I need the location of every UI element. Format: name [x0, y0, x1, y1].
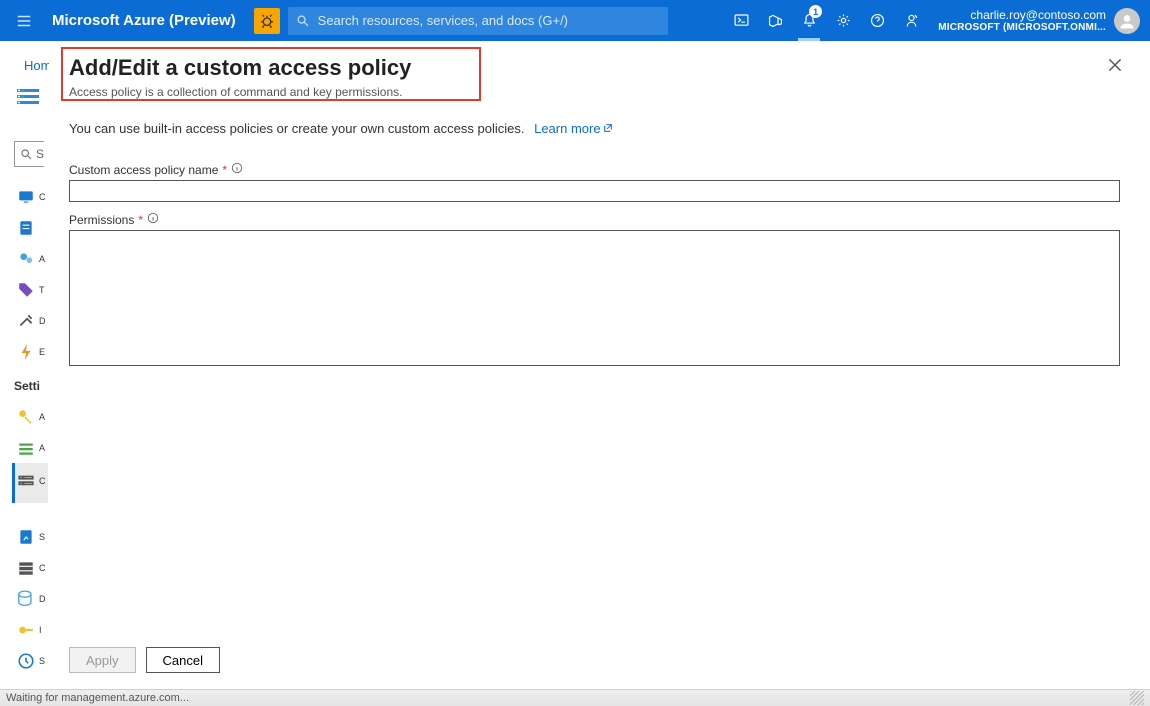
apply-button[interactable]: Apply [69, 647, 136, 673]
global-search[interactable] [288, 7, 668, 35]
highlight-annotation [61, 47, 481, 101]
sidebar-item-identity[interactable]: I [17, 614, 47, 645]
feedback-icon[interactable] [894, 0, 928, 41]
status-text: Waiting for management.azure.com... [6, 692, 189, 704]
external-link-icon [603, 121, 613, 131]
sidebar-item-schedule[interactable]: S [17, 645, 47, 676]
sidebar-item-custom-policy[interactable]: C [17, 465, 47, 496]
help-icon[interactable] [860, 0, 894, 41]
hamburger-menu[interactable] [0, 0, 48, 41]
permissions-box[interactable] [69, 230, 1120, 366]
azure-top-bar: Microsoft Azure (Preview) 1 charlie.roy@… [0, 0, 1150, 41]
settings-icon[interactable] [826, 0, 860, 41]
sidebar-item-keys[interactable]: A [17, 401, 47, 432]
top-icon-bar: 1 [724, 0, 928, 41]
sidebar-search-text: S [36, 147, 44, 161]
info-icon[interactable] [147, 212, 159, 227]
notifications-icon[interactable]: 1 [792, 0, 826, 41]
close-icon[interactable] [1106, 56, 1124, 74]
browser-status-bar: Waiting for management.azure.com... [0, 689, 1150, 706]
sidebar-item-activity[interactable] [17, 212, 47, 243]
name-field-label: Custom access policy name * [69, 162, 1120, 177]
info-icon[interactable] [231, 162, 243, 177]
directories-icon[interactable] [758, 0, 792, 41]
breadcrumb-home[interactable]: Hom [24, 58, 51, 73]
sidebar-item-access[interactable]: A [17, 243, 47, 274]
sidebar-item-diagnose[interactable]: D [17, 305, 47, 336]
cloud-shell-icon[interactable] [724, 0, 758, 41]
notification-count: 1 [809, 5, 822, 18]
sidebar-settings-header: Setti [14, 379, 40, 393]
account-area[interactable]: charlie.roy@contoso.com MICROSOFT (MICRO… [928, 0, 1150, 41]
sidebar-item-scale[interactable]: S [17, 521, 47, 552]
intro-text-row: You can use built-in access policies or … [69, 121, 1120, 136]
avatar [1114, 8, 1140, 34]
intro-text: You can use built-in access policies or … [69, 121, 524, 136]
permissions-label: Permissions * [69, 212, 1120, 227]
sidebar-item-tags[interactable]: T [17, 274, 47, 305]
resource-icon [14, 85, 50, 118]
sidebar-item-events[interactable]: E [17, 336, 47, 367]
sidebar-item-auth[interactable]: A [17, 432, 47, 463]
sidebar-item-data[interactable]: D [17, 583, 47, 614]
account-directory: MICROSOFT (MICROSOFT.ONMI... [938, 22, 1106, 33]
global-search-input[interactable] [318, 13, 660, 28]
learn-more-link[interactable]: Learn more [534, 121, 612, 136]
resize-grip-icon [1130, 691, 1144, 705]
sidebar-search[interactable]: S [14, 141, 44, 167]
sidebar-item-cluster[interactable]: C [17, 552, 47, 583]
policy-name-input[interactable] [69, 180, 1120, 202]
account-email: charlie.roy@contoso.com [938, 8, 1106, 22]
required-asterisk: * [222, 163, 227, 177]
preview-bug-badge[interactable] [254, 8, 280, 34]
brand-title[interactable]: Microsoft Azure (Preview) [52, 12, 236, 29]
cancel-button[interactable]: Cancel [146, 647, 220, 673]
required-asterisk: * [138, 213, 143, 227]
sidebar-item-overview[interactable]: C [17, 181, 47, 212]
policy-panel: Add/Edit a custom access policy Access p… [49, 41, 1140, 689]
